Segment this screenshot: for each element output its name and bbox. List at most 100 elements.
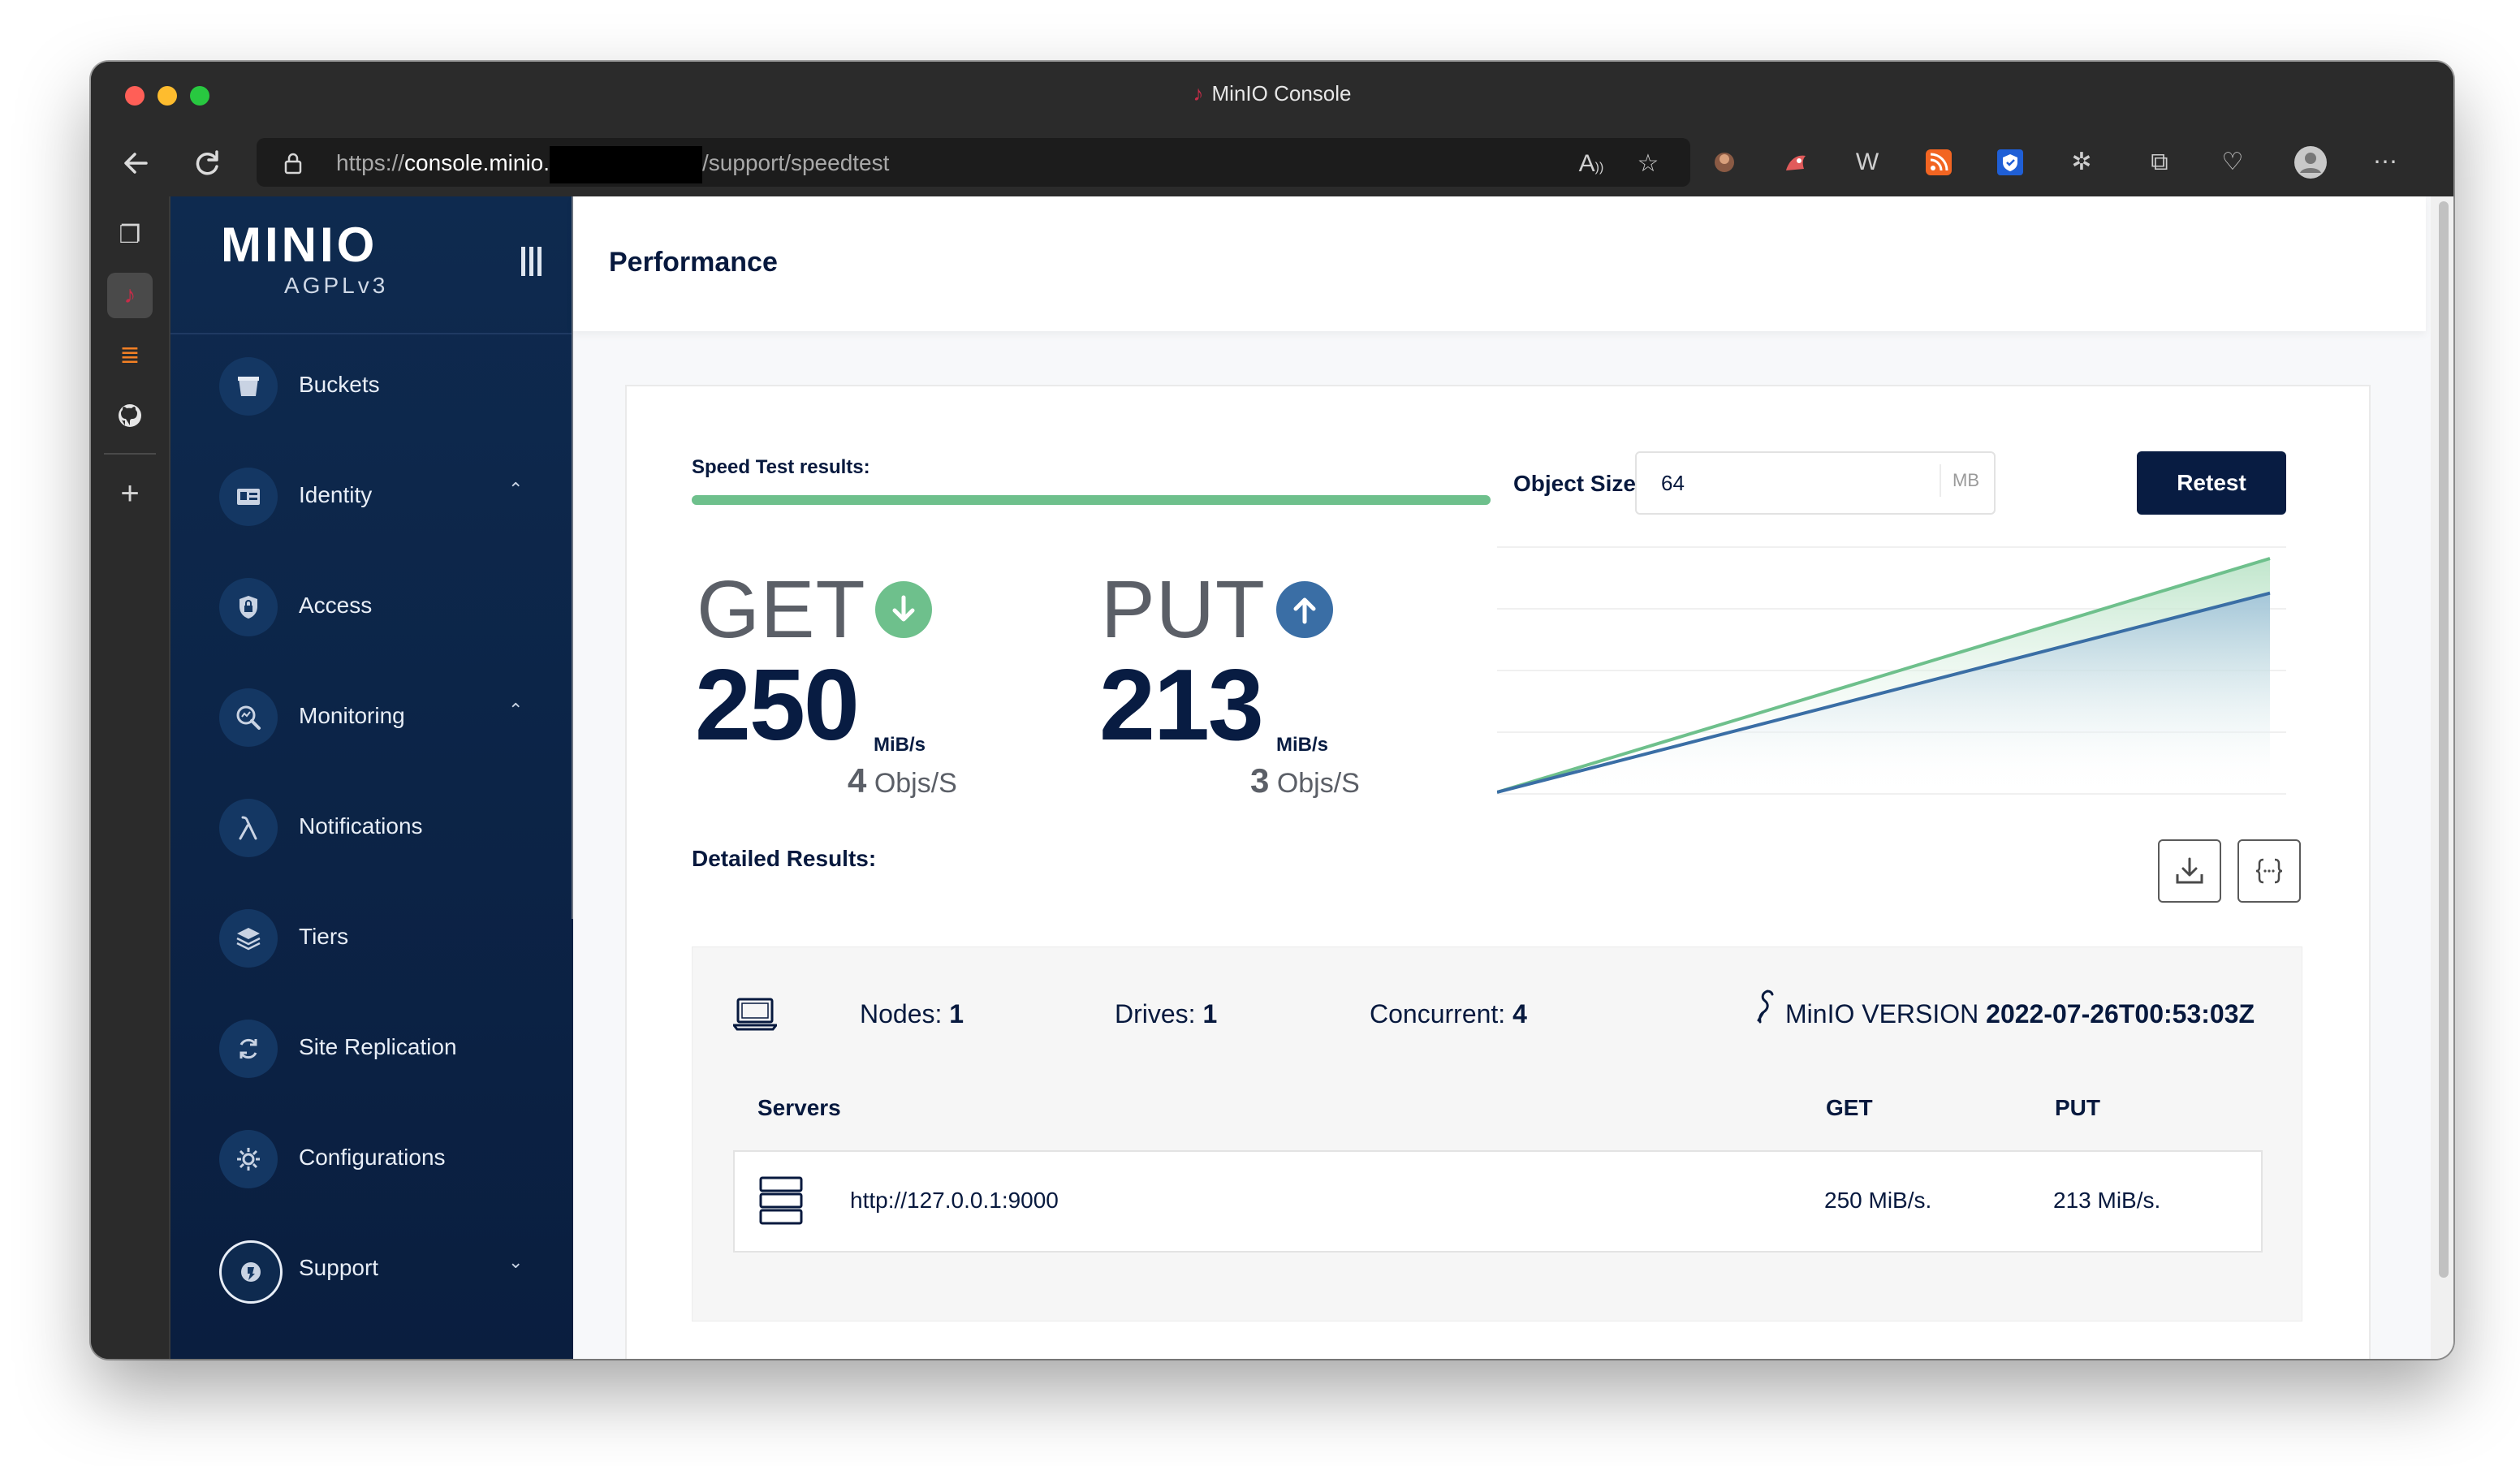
main-scrollbar-thumb[interactable] — [2439, 201, 2449, 1278]
minio-version: MinIO VERSION 2022-07-26T00:53:03Z — [1785, 999, 2255, 1029]
more-options-icon[interactable]: ⋯ — [2367, 144, 2403, 180]
github-tab-icon[interactable] — [107, 393, 153, 438]
minio-tab-icon[interactable]: ♪ — [107, 273, 153, 318]
extensions-puzzle-icon[interactable]: ✲ — [2064, 144, 2099, 180]
put-throughput-value: 213 — [1099, 649, 1264, 761]
object-size-unit: MB — [1940, 464, 1979, 497]
account-avatar-icon[interactable] — [2293, 144, 2328, 180]
unicorn-extension-icon[interactable] — [1778, 144, 1814, 180]
concurrent-value: 4 — [1512, 999, 1527, 1028]
sidebar-item-label: Support — [299, 1255, 379, 1280]
json-braces-icon — [2255, 858, 2283, 884]
edition-label: AGPLv3 — [284, 273, 389, 298]
collections-icon[interactable]: ⧉ — [2142, 144, 2177, 180]
table-row: http://127.0.0.1:9000 250 MiB/s. 213 MiB… — [733, 1150, 2263, 1253]
sidebar-item-identity[interactable]: Identity ⌃ — [170, 446, 573, 536]
drives-value: 1 — [1202, 999, 1218, 1028]
url-scheme: https:// — [336, 150, 405, 175]
sidebar-item-label: Site Replication — [299, 1034, 457, 1059]
lock-icon — [219, 578, 278, 636]
download-arrow-icon — [875, 581, 932, 638]
svg-text:MINIO: MINIO — [221, 219, 378, 268]
minio-favicon-icon: ♪ — [1193, 81, 1204, 106]
page-title: Performance — [609, 247, 778, 278]
retest-button[interactable]: Retest — [2137, 451, 2286, 515]
drives-count: Drives: 1 — [1115, 999, 1217, 1029]
get-label: GET — [697, 564, 866, 655]
get-objects-per-second: 4 Objs/S — [848, 761, 957, 800]
nodes-count: Nodes: 1 — [860, 999, 964, 1029]
download-icon — [2176, 857, 2203, 884]
sidebar-item-support[interactable]: Support ⌄ — [170, 1219, 573, 1309]
version-label: MinIO VERSION — [1785, 999, 1979, 1028]
redacted-block — [550, 145, 703, 183]
tab-actions-icon[interactable]: ❐ — [107, 213, 153, 258]
read-aloud-icon[interactable]: A)) — [1575, 148, 1607, 180]
speed-test-results-label: Speed Test results: — [692, 456, 870, 478]
add-favorite-icon[interactable]: ☆ — [1632, 148, 1664, 180]
title-bar: ♪ MinIO Console — [91, 62, 2453, 130]
sidebar-item-label: Tiers — [299, 924, 349, 949]
sidebar-item-configurations[interactable]: Configurations — [170, 1109, 573, 1198]
upload-arrow-icon — [1276, 581, 1333, 638]
minio-console-app: MINIO AGPLv3 Buckets Identity ⌃ Access M… — [170, 196, 2453, 1359]
reload-icon[interactable] — [187, 143, 227, 183]
put-objs-value: 3 — [1250, 761, 1270, 800]
stackoverflow-tab-icon[interactable]: ≣ — [107, 333, 153, 378]
server-put-throughput: 213 MiB/s. — [2053, 1188, 2161, 1213]
sidebar-divider — [170, 333, 573, 334]
collapse-sidebar-icon[interactable] — [520, 245, 544, 278]
sidebar-item-label: Monitoring — [299, 703, 405, 728]
drives-label: Drives: — [1115, 999, 1196, 1028]
address-bar[interactable]: https://console.minio. /support/speedtest… — [257, 138, 1690, 187]
put-label: PUT — [1101, 564, 1266, 655]
magnifier-chart-icon — [219, 688, 278, 747]
concurrent-count: Concurrent: 4 — [1370, 999, 1527, 1029]
sidebar-item-notifications[interactable]: Notifications — [170, 778, 573, 867]
sidebar-item-label: Configurations — [299, 1145, 446, 1170]
id-card-icon — [219, 468, 278, 526]
window-title-wrap: ♪ MinIO Console — [91, 81, 2453, 106]
put-column-header: PUT — [2055, 1095, 2100, 1120]
concurrent-label: Concurrent: — [1370, 999, 1506, 1028]
w-extension-icon[interactable]: W — [1849, 144, 1885, 180]
laptop-icon — [733, 998, 777, 1031]
rss-extension-icon[interactable] — [1921, 144, 1957, 180]
server-address: http://127.0.0.1:9000 — [850, 1188, 1059, 1213]
new-tab-plus-icon[interactable]: + — [107, 471, 153, 516]
url-host: console.minio. — [404, 150, 550, 175]
shield-extension-icon[interactable] — [1992, 144, 2028, 180]
sidebar: MINIO AGPLv3 Buckets Identity ⌃ Access M… — [170, 196, 573, 1359]
server-get-throughput: 250 MiB/s. — [1824, 1188, 1932, 1213]
nodes-label: Nodes: — [860, 999, 943, 1028]
server-icon — [759, 1176, 803, 1225]
sidebar-item-site-replication[interactable]: Site Replication — [170, 998, 573, 1088]
put-objects-per-second: 3 Objs/S — [1250, 761, 1360, 800]
speed-test-progress-bar — [692, 495, 1491, 505]
speedtest-card: Speed Test results: Object Size 64 MB Re… — [625, 385, 2371, 1359]
minio-bird-icon — [1757, 990, 1774, 1024]
object-size-input[interactable]: 64 MB — [1635, 451, 1996, 515]
chevron-down-icon: ⌄ — [508, 1252, 524, 1272]
object-size-value: 64 — [1661, 471, 1685, 495]
browser-window: ♪ MinIO Console https://console.minio. /su… — [91, 62, 2453, 1359]
sidebar-item-buckets[interactable]: Buckets — [170, 336, 573, 425]
profile-extension-icon[interactable] — [1707, 144, 1742, 180]
chevron-up-icon: ⌃ — [508, 700, 524, 720]
sidebar-item-access[interactable]: Access — [170, 557, 573, 646]
strip-divider — [104, 453, 156, 455]
sync-icon — [219, 1020, 278, 1078]
sidebar-item-tiers[interactable]: Tiers — [170, 888, 573, 977]
get-objs-value: 4 — [848, 761, 867, 800]
chevron-up-icon: ⌃ — [508, 479, 524, 499]
sidebar-item-label: Access — [299, 593, 373, 618]
browser-toolbar: https://console.minio. /support/speedtest… — [91, 130, 2453, 196]
progress-fill — [692, 495, 1491, 505]
sidebar-item-label: Notifications — [299, 813, 423, 839]
browser-essentials-icon[interactable]: ♡ — [2215, 144, 2250, 180]
lambda-icon — [219, 799, 278, 857]
view-json-button[interactable] — [2237, 839, 2301, 903]
sidebar-item-monitoring[interactable]: Monitoring ⌃ — [170, 667, 573, 757]
back-arrow-icon[interactable] — [115, 143, 156, 183]
download-results-button[interactable] — [2158, 839, 2221, 903]
